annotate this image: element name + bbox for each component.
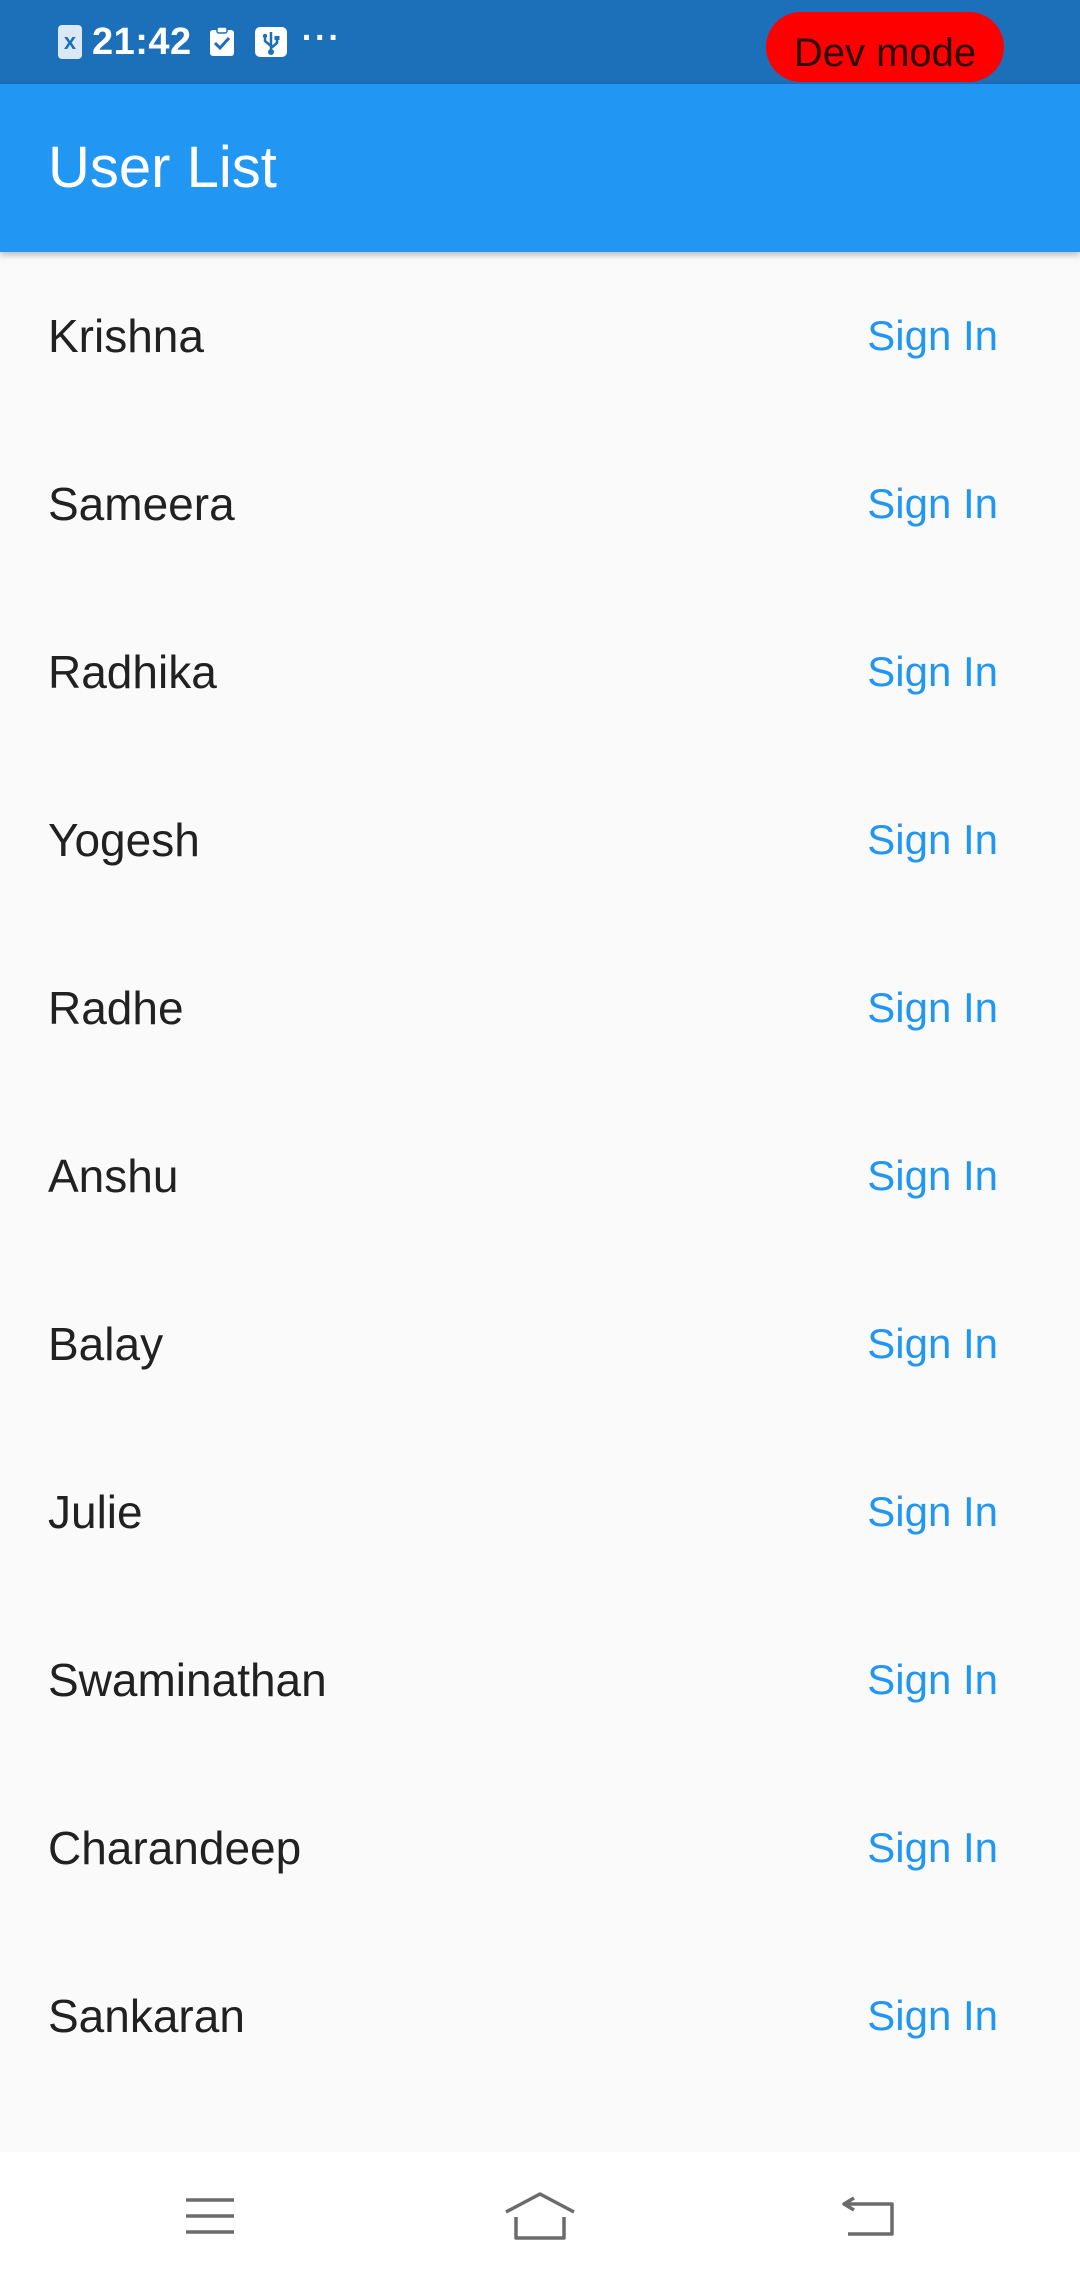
user-name: Balay — [48, 1318, 164, 1370]
sign-in-button[interactable]: Sign In — [867, 1428, 998, 1596]
sign-in-button[interactable]: Sign In — [867, 588, 998, 756]
user-name: Swaminathan — [48, 1654, 327, 1706]
list-item: Radhe Sign In — [0, 924, 1080, 1092]
list-item: Balay Sign In — [0, 1260, 1080, 1428]
list-item: Krishna Sign In — [0, 252, 1080, 420]
status-time: 21:42 — [92, 20, 192, 63]
status-left-group: x 21:42 ··· — [58, 0, 342, 84]
sign-in-button[interactable]: Sign In — [867, 1764, 998, 1932]
user-name: Krishna — [48, 310, 204, 362]
user-name: Yogesh — [48, 814, 200, 866]
page-title: User List — [48, 135, 277, 200]
user-name: Anshu — [48, 1150, 179, 1202]
system-nav-bar — [0, 2152, 1080, 2280]
dev-mode-badge: Dev mode — [766, 12, 1004, 82]
app-bar: User List — [0, 84, 1080, 252]
back-icon — [842, 2196, 894, 2236]
sign-in-button[interactable]: Sign In — [867, 756, 998, 924]
sim-icon: x — [58, 25, 82, 59]
user-list: Krishna Sign In Sameera Sign In Radhika … — [0, 252, 1080, 2152]
user-name: Radhe — [48, 982, 184, 1034]
sign-in-button[interactable]: Sign In — [867, 252, 998, 420]
usb-icon — [254, 27, 287, 57]
list-item: Yogesh Sign In — [0, 756, 1080, 924]
user-name: Sankaran — [48, 1990, 245, 2042]
recent-apps-button[interactable] — [150, 2152, 270, 2280]
more-notifications-icon: ··· — [301, 19, 342, 57]
status-bar: x 21:42 ··· Dev mode — [0, 0, 1080, 84]
list-item: Swaminathan Sign In — [0, 1596, 1080, 1764]
user-name: Sameera — [48, 478, 235, 530]
sign-in-button[interactable]: Sign In — [867, 1596, 998, 1764]
list-item: Sameera Sign In — [0, 420, 1080, 588]
user-name: Radhika — [48, 646, 217, 698]
sign-in-button[interactable]: Sign In — [867, 924, 998, 1092]
sign-in-button[interactable]: Sign In — [867, 1260, 998, 1428]
home-button[interactable] — [480, 2152, 600, 2280]
list-item: Sankaran Sign In — [0, 1932, 1080, 2100]
home-icon — [505, 2192, 575, 2240]
clipboard-check-icon — [209, 27, 234, 56]
back-button[interactable] — [810, 2152, 930, 2280]
list-item: Anshu Sign In — [0, 1092, 1080, 1260]
sign-in-button[interactable]: Sign In — [867, 1092, 998, 1260]
user-name: Charandeep — [48, 1822, 302, 1874]
menu-icon — [186, 2198, 234, 2234]
user-name: Julie — [48, 1486, 143, 1538]
list-item: Radhika Sign In — [0, 588, 1080, 756]
list-item: Charandeep Sign In — [0, 1764, 1080, 1932]
sign-in-button[interactable]: Sign In — [867, 1932, 998, 2100]
list-item: Julie Sign In — [0, 1428, 1080, 1596]
sign-in-button[interactable]: Sign In — [867, 420, 998, 588]
